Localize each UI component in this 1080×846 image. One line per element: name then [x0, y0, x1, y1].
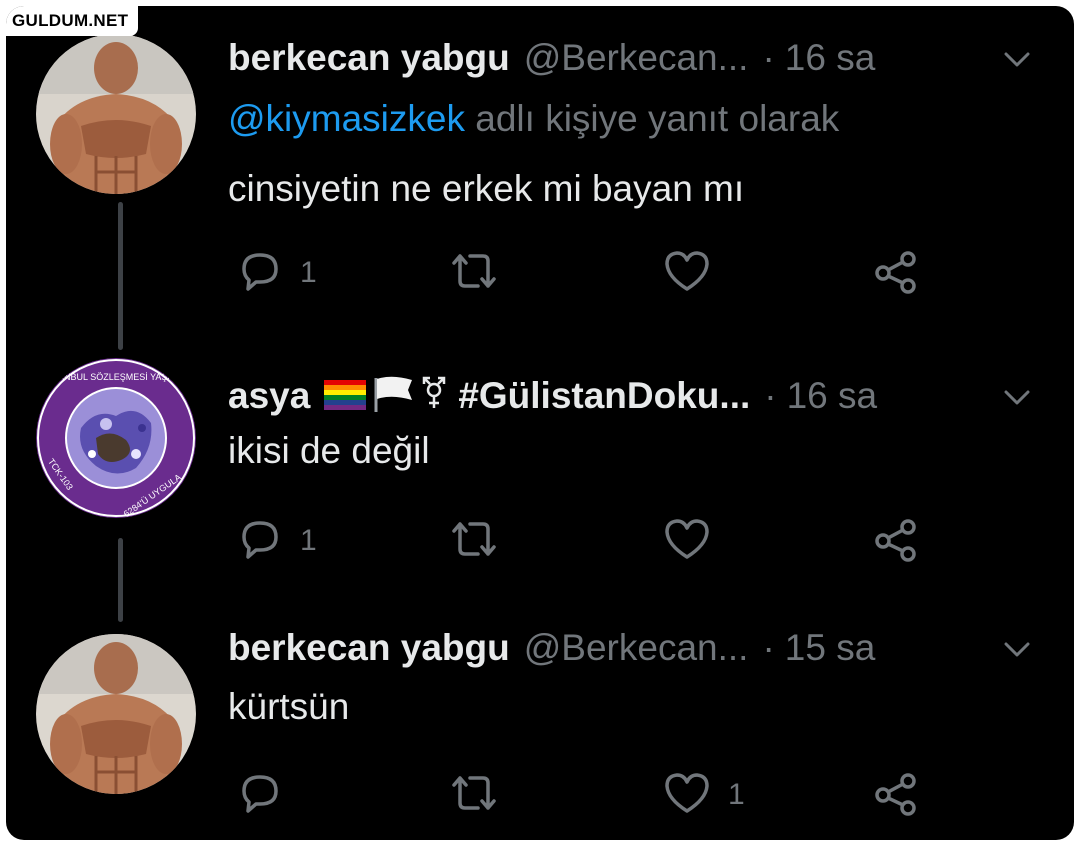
retweet-icon	[446, 515, 502, 568]
retweet-button[interactable]	[446, 516, 518, 566]
separator-dot: ·	[764, 375, 777, 416]
chevron-down-icon[interactable]	[1000, 632, 1034, 671]
like-button[interactable]	[662, 516, 728, 566]
like-button[interactable]	[662, 248, 728, 298]
username[interactable]: @Berkecan...	[524, 627, 749, 669]
rainbow-flag-icon	[322, 376, 368, 417]
avatar-caption: İSTANBUL SÖZLEŞMESİ YAŞATIR	[45, 372, 188, 382]
tweet-header: asya #GülistanDoku... · 16 sa	[228, 372, 1034, 420]
reply-icon	[236, 247, 284, 300]
display-name[interactable]: berkecan yabgu	[228, 37, 510, 79]
retweet-icon	[446, 247, 502, 300]
share-icon	[872, 515, 920, 568]
white-flag-icon	[372, 374, 416, 419]
separator-dot: ·	[762, 37, 775, 78]
reply-count: 1	[300, 524, 317, 557]
share-icon	[872, 769, 920, 822]
reply-button[interactable]: 1	[236, 248, 317, 298]
display-name[interactable]: berkecan yabgu	[228, 627, 510, 669]
chevron-down-icon[interactable]	[1000, 380, 1034, 419]
transgender-symbol-icon	[420, 374, 448, 419]
watermark: GULDUM.NET	[6, 6, 139, 36]
tweet-actions: 1	[236, 770, 936, 820]
retweet-button[interactable]	[446, 770, 518, 820]
tweet[interactable]: berkecan yabgu @Berkecan... · 16 sa @kiy…	[6, 6, 1074, 326]
like-icon	[662, 515, 712, 568]
tweet[interactable]: İSTANBUL SÖZLEŞMESİ YAŞATIR TCK-103 6284…	[6, 346, 1074, 586]
timestamp[interactable]: 16 sa	[787, 375, 878, 417]
tweet-text: ikisi de değil	[228, 430, 430, 471]
like-count: 1	[728, 778, 745, 811]
reply-icon	[236, 515, 284, 568]
separator-dot: ·	[762, 627, 775, 668]
tweet-text: cinsiyetin ne erkek mi bayan mı	[228, 168, 745, 209]
like-icon	[662, 769, 712, 822]
share-button[interactable]	[872, 770, 920, 820]
replying-to: @kiymasizkek adlı kişiye yanıt olarak	[228, 98, 839, 140]
timestamp[interactable]: 15 sa	[785, 627, 876, 669]
replying-to-text: adlı kişiye yanıt olarak	[464, 98, 840, 139]
chevron-down-icon[interactable]	[1000, 42, 1034, 81]
screenshot-frame: GULDUM.NET berkecan yabgu @Berkecan... ·…	[6, 6, 1074, 840]
reply-icon	[236, 769, 284, 822]
tweet-actions: 1	[236, 516, 936, 566]
name-emojis	[322, 374, 448, 419]
reply-count: 1	[300, 256, 317, 289]
username[interactable]: @Berkecan...	[524, 37, 749, 79]
reply-button[interactable]: 1	[236, 516, 317, 566]
like-icon	[662, 247, 712, 300]
retweet-icon	[446, 769, 502, 822]
avatar[interactable]: İSTANBUL SÖZLEŞMESİ YAŞATIR TCK-103 6284…	[36, 358, 196, 518]
avatar[interactable]	[36, 634, 196, 794]
tweet-actions: 1	[236, 248, 936, 298]
share-button[interactable]	[872, 248, 920, 298]
share-icon	[872, 247, 920, 300]
reply-button[interactable]	[236, 770, 300, 820]
retweet-button[interactable]	[446, 248, 518, 298]
tweet-text: kürtsün	[228, 686, 350, 727]
display-name-hashtag[interactable]: #GülistanDoku...	[458, 375, 750, 417]
timestamp[interactable]: 16 sa	[785, 37, 876, 79]
tweet[interactable]: berkecan yabgu @Berkecan... · 15 sa kürt…	[6, 606, 1074, 840]
tweet-header: berkecan yabgu @Berkecan... · 15 sa	[228, 624, 1034, 672]
like-button[interactable]: 1	[662, 770, 745, 820]
share-button[interactable]	[872, 516, 920, 566]
avatar[interactable]	[36, 34, 196, 194]
display-name[interactable]: asya	[228, 375, 310, 417]
mention-link[interactable]: @kiymasizkek	[228, 98, 465, 139]
tweet-header: berkecan yabgu @Berkecan... · 16 sa	[228, 34, 1034, 82]
